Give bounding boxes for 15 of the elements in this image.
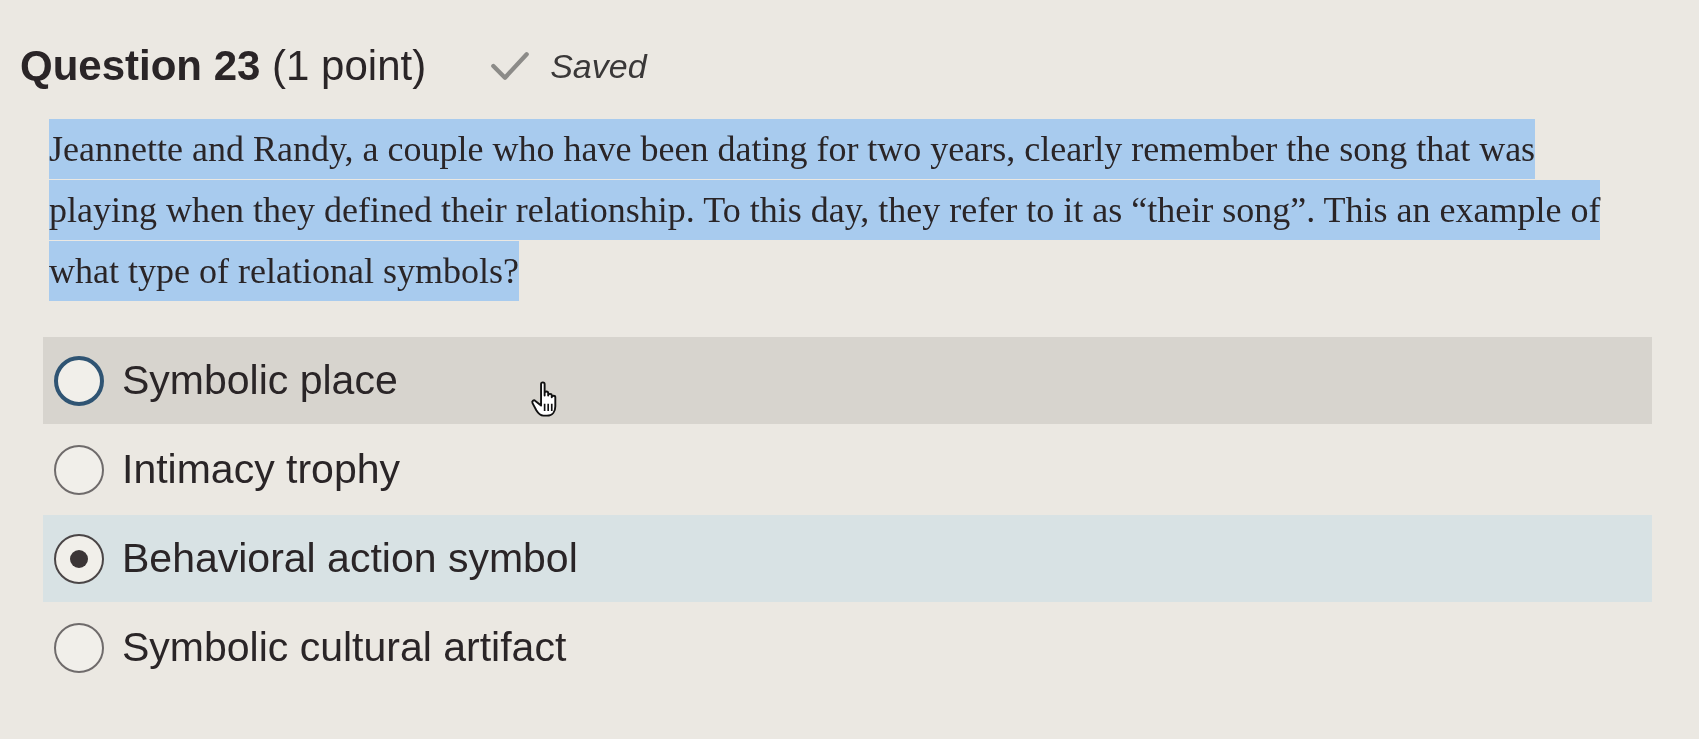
checkmark-icon [490,51,531,81]
saved-status: Saved [550,46,647,86]
radio-button[interactable] [54,444,104,495]
radio-button[interactable] [54,355,104,406]
option-label: Behavioral action symbol [122,535,578,582]
answer-option[interactable]: Symbolic place [43,337,1652,424]
option-label: Symbolic place [122,357,398,404]
radio-button[interactable] [54,622,104,673]
question-title: Question 23 (1 point) [20,42,427,90]
radio-button[interactable] [54,533,104,584]
answer-option[interactable]: Behavioral action symbol [43,515,1652,602]
option-label: Symbolic cultural artifact [122,624,567,671]
answer-option[interactable]: Symbolic cultural artifact [43,604,1652,691]
option-label: Intimacy trophy [122,446,400,493]
answer-option[interactable]: Intimacy trophy [43,426,1652,513]
